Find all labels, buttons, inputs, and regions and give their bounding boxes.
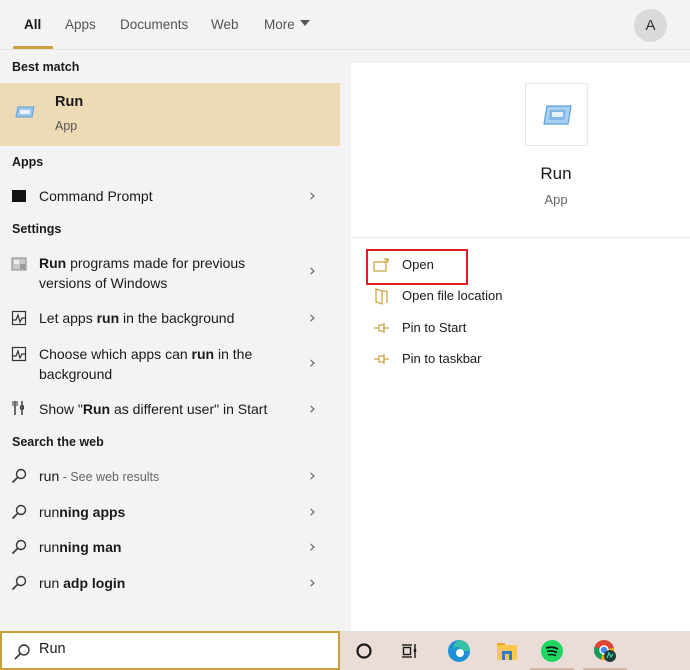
result-label: Run programs made for previous versions … — [39, 255, 246, 291]
web-result[interactable]: run adp login › — [0, 572, 340, 596]
result-label: Choose which apps can run in the backgro… — [39, 346, 253, 382]
chevron-right-icon[interactable]: › — [309, 399, 316, 419]
search-icon — [11, 539, 27, 555]
result-command-prompt[interactable]: Command Prompt › — [0, 183, 340, 209]
caret-down-icon — [299, 20, 310, 27]
active-tab-indicator — [13, 46, 53, 49]
result-label: Show "Run as different user" in Start — [39, 401, 268, 417]
web-result[interactable]: running man › — [0, 536, 340, 560]
action-label: Pin to taskbar — [402, 351, 482, 366]
chrome-icon[interactable] — [593, 639, 617, 663]
divider — [351, 237, 690, 238]
tab-documents[interactable]: Documents — [120, 17, 188, 32]
result-label: run - See web results — [39, 468, 160, 484]
best-match-item[interactable]: Run App — [0, 83, 340, 146]
background-apps-icon — [11, 310, 27, 326]
app-tile — [525, 83, 588, 146]
spotify-icon[interactable] — [540, 639, 564, 663]
action-label: Open file location — [402, 288, 503, 303]
folder-location-icon — [375, 288, 388, 305]
run-app-icon — [543, 105, 572, 125]
background-apps-icon — [11, 346, 27, 362]
chevron-right-icon[interactable]: › — [309, 466, 316, 486]
result-setting-background-apps[interactable]: Let apps run in the background › — [0, 307, 340, 331]
search-icon — [11, 504, 27, 520]
section-heading-apps: Apps — [12, 155, 44, 169]
app-name: Run — [540, 164, 572, 183]
search-icon — [14, 644, 30, 660]
chevron-right-icon[interactable]: › — [309, 502, 316, 522]
run-app-icon — [15, 106, 35, 118]
search-icon — [11, 575, 27, 591]
result-label: running apps — [39, 504, 126, 520]
result-setting-choose-background-apps[interactable]: Choose which apps can run in the backgro… — [0, 343, 340, 387]
tab-web[interactable]: Web — [211, 17, 239, 32]
web-result[interactable]: running apps › — [0, 501, 340, 525]
tab-all[interactable]: All — [24, 17, 41, 32]
section-heading-best-match: Best match — [12, 60, 80, 74]
edge-icon[interactable] — [447, 639, 471, 663]
results-list: Best match Run App Apps Command Prompt ›… — [0, 51, 340, 631]
pin-icon — [374, 354, 389, 364]
section-heading-search-the-web: Search the web — [12, 435, 104, 449]
action-open-file-location[interactable]: Open file location — [373, 285, 523, 309]
action-pin-to-taskbar[interactable]: Pin to taskbar — [373, 348, 503, 372]
file-explorer-icon[interactable] — [495, 639, 519, 663]
result-label: running man — [39, 539, 122, 555]
action-pin-to-start[interactable]: Pin to Start — [373, 317, 493, 341]
result-label: Command Prompt — [39, 188, 153, 204]
account-avatar[interactable]: A — [634, 9, 667, 42]
tab-more-label: More — [264, 17, 295, 32]
chevron-right-icon[interactable]: › — [309, 261, 316, 281]
search-icon — [11, 468, 27, 484]
best-match-subtitle: App — [55, 119, 78, 133]
taskbar — [340, 631, 690, 670]
chevron-right-icon[interactable]: › — [309, 308, 316, 328]
app-type: App — [544, 192, 568, 207]
search-scope-tabs: All Apps Documents Web More A — [0, 0, 690, 50]
task-view-icon[interactable] — [398, 639, 422, 663]
cortana-icon[interactable] — [352, 639, 376, 663]
result-setting-compatibility[interactable]: Run programs made for previous versions … — [0, 251, 340, 295]
pin-icon — [374, 323, 389, 333]
chevron-right-icon[interactable]: › — [309, 186, 316, 206]
section-heading-settings: Settings — [12, 222, 62, 236]
chevron-right-icon[interactable]: › — [309, 537, 316, 557]
compatibility-icon — [11, 257, 27, 271]
chevron-right-icon[interactable]: › — [309, 573, 316, 593]
search-input[interactable] — [39, 641, 319, 657]
result-setting-run-as-different-user[interactable]: Show "Run as different user" in Start › — [0, 398, 340, 422]
chevron-right-icon[interactable]: › — [309, 353, 316, 373]
start-settings-icon — [12, 401, 24, 415]
highlight-annotation — [366, 249, 468, 285]
result-label: Let apps run in the background — [39, 310, 235, 326]
result-label: run adp login — [39, 575, 126, 591]
search-box[interactable] — [0, 631, 340, 670]
detail-panel: Run App Open Open file location Pin to S… — [351, 63, 690, 631]
tab-more[interactable]: More — [264, 17, 310, 32]
best-match-title: Run — [55, 94, 84, 110]
tab-apps[interactable]: Apps — [65, 17, 96, 32]
web-result[interactable]: run - See web results › — [0, 465, 340, 489]
action-label: Pin to Start — [402, 320, 467, 335]
command-prompt-icon — [12, 190, 26, 202]
